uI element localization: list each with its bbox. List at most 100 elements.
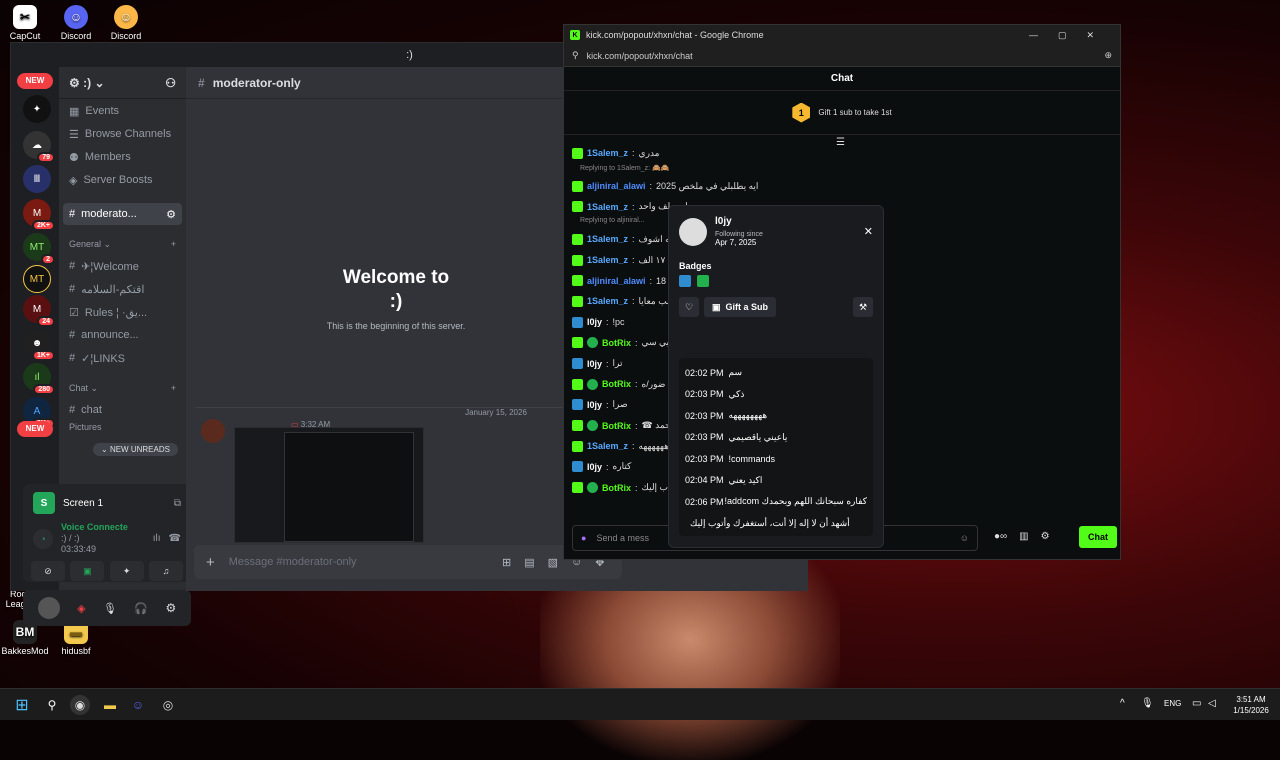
guild-icon[interactable]: M 24 (23, 295, 55, 327)
chat-message[interactable]: 1Salem_z: مدري (572, 143, 1112, 164)
screen-share-button[interactable]: ▣ (70, 561, 105, 581)
history-text: ههههههههه (728, 410, 768, 421)
guild-icon[interactable]: ıl 280 (23, 363, 55, 395)
microphone-tray-icon[interactable]: 🎙 (1141, 698, 1154, 709)
category-general[interactable]: General ⌄ + (59, 234, 186, 254)
channel-item[interactable]: # announce... (63, 324, 182, 346)
channel-item[interactable]: # ✓¦LINKS (63, 347, 182, 369)
chat-username[interactable]: 1Salem_z (587, 441, 628, 451)
guild-icon[interactable]: ✦ (23, 95, 51, 123)
channel-item[interactable]: ☑ Rules ¦ ·يق... (63, 301, 182, 323)
voice-status[interactable]: Voice Connecte (61, 522, 128, 533)
discord-taskbar-icon[interactable]: ☺ (128, 695, 148, 715)
settings-icon[interactable]: ⚙ (1041, 531, 1050, 542)
send-chat-button[interactable]: Chat (1079, 526, 1117, 548)
window-controls[interactable]: —▢✕ (1029, 30, 1114, 41)
zoom-icon[interactable]: ⊕ (1104, 50, 1112, 61)
guild-icon[interactable]: ☻ 1K+ (23, 329, 55, 361)
game-icon[interactable]: ◈ (77, 602, 85, 615)
add-friend-icon[interactable]: ⚇ (165, 76, 176, 90)
close-icon[interactable]: ✕ (864, 225, 873, 238)
message-avatar[interactable] (201, 419, 225, 443)
chat-username[interactable]: 1Salem_z (587, 296, 628, 306)
chat-username[interactable]: aljiniral_alawi (587, 276, 646, 286)
soundboard-button[interactable]: ♫ (148, 561, 183, 581)
chat-username[interactable]: BotRix (602, 338, 631, 348)
mod-action-icon[interactable]: ⚒ (853, 297, 873, 317)
windows-start-icon[interactable]: ⊞ (12, 695, 32, 715)
search-icon[interactable]: ⚲ (42, 695, 62, 715)
chat-username[interactable]: 1Salem_z (587, 148, 628, 158)
nav-events[interactable]: ▦ Events (63, 100, 182, 122)
soundboard-icon[interactable]: ılı (153, 533, 161, 544)
guild-icon[interactable]: MT (23, 265, 51, 293)
chat-username[interactable]: aljiniral_alawi (587, 181, 646, 191)
microphone-icon[interactable]: 🎙 (103, 602, 117, 615)
volume-icon[interactable]: ◁ (1208, 698, 1216, 709)
user-settings-icon[interactable]: ⚙ (165, 601, 176, 615)
chat-username[interactable]: 1Salem_z (587, 234, 628, 244)
guild-icon[interactable]: MT 2 (23, 233, 55, 265)
network-icon[interactable]: ▭ (1192, 698, 1201, 709)
add-channel-icon[interactable]: + (171, 383, 176, 393)
guild-icon[interactable]: Ⅲ (23, 165, 51, 193)
headphones-icon[interactable]: 🎧 (134, 602, 148, 615)
follow-heart-button[interactable]: ♡ (679, 297, 699, 317)
tray-chevron-icon[interactable]: ^ (1120, 698, 1125, 709)
nav-members[interactable]: ⚉ Members (63, 146, 182, 168)
nav-browse-channels[interactable]: ☰ Browse Channels (63, 123, 182, 145)
chat-username[interactable]: l0jy (587, 317, 602, 327)
popout-icon[interactable]: ⧉ (174, 498, 181, 509)
gift-icon[interactable]: ⊞ (502, 556, 511, 569)
file-explorer-icon[interactable]: ▬ (100, 695, 120, 715)
nav-server-boosts[interactable]: ◈ Server Boosts (63, 169, 182, 191)
avatar[interactable] (37, 597, 60, 619)
new-pill[interactable]: NEW (17, 421, 53, 437)
chat-username[interactable]: BotRix (602, 379, 631, 389)
settings-icon[interactable]: ⚙ (166, 208, 176, 221)
app-taskbar-icon[interactable]: ◎ (158, 695, 178, 715)
clock[interactable]: 3:51 AM 1/15/2026 (1226, 694, 1276, 716)
reply-context[interactable]: Replying to 1Salem_z: 🙈🙈 (572, 164, 1112, 176)
emoji-icon[interactable]: ☺ (960, 533, 969, 543)
channel-item[interactable]: # chat (63, 399, 182, 421)
site-info-icon[interactable]: ⚲ (572, 50, 579, 61)
chat-username[interactable]: BotRix (602, 483, 631, 493)
store-icon[interactable]: ▥ (1019, 531, 1028, 542)
chat-username[interactable]: BotRix (602, 421, 631, 431)
chat-username[interactable]: l0jy (587, 400, 602, 410)
language-indicator[interactable]: ENG (1164, 699, 1181, 708)
new-unreads-pill[interactable]: ⌄ NEW UNREADS (93, 443, 178, 456)
address-bar[interactable]: ⚲ kick.com/popout/xhxn/chat ⊕ (564, 45, 1120, 67)
guild-icon[interactable]: ☁ 79 (23, 131, 55, 163)
sticker-icon[interactable]: ▧ (548, 556, 558, 569)
chat-username[interactable]: 1Salem_z (587, 202, 628, 212)
signal-icon[interactable]: ◔ (33, 528, 53, 549)
disconnect-icon[interactable]: ☎ (169, 533, 181, 544)
new-pill[interactable]: NEW (17, 73, 53, 89)
guild-icon[interactable]: M 2K+ (23, 199, 55, 231)
microphone-icon[interactable]: ● (581, 533, 586, 543)
channel-item[interactable]: Pictures (63, 422, 182, 432)
pinned-gift-banner[interactable]: 1 Gift 1 sub to take 1st (564, 91, 1120, 135)
channel-item[interactable]: # ✈¦Welcome (63, 255, 182, 277)
chat-username[interactable]: 1Salem_z (587, 255, 628, 265)
category-chat[interactable]: Chat ⌄ + (59, 378, 186, 398)
history-time: 02:03 PM (685, 410, 724, 421)
activities-icon[interactable]: ✦ (109, 561, 144, 581)
chrome-taskbar-icon[interactable]: ◉ (70, 695, 90, 715)
channel-item[interactable]: # اقتكم-السلامه (63, 278, 182, 300)
add-channel-icon[interactable]: + (171, 239, 176, 249)
separator: : (635, 482, 638, 493)
points-icon[interactable]: ●∞ (994, 531, 1007, 542)
chat-message[interactable]: aljiniral_alawi: ايه يطلبلي في ملخص 2025 (572, 176, 1112, 197)
channel-moderator-only[interactable]: # moderato... ⚙ (63, 203, 182, 225)
message-screenshot-attachment[interactable] (234, 427, 424, 543)
gif-icon[interactable]: ▤ (524, 556, 534, 569)
server-header[interactable]: ⚙ :) ⌄ ⚇ (59, 67, 186, 99)
chat-username[interactable]: l0jy (587, 462, 602, 472)
chat-username[interactable]: l0jy (587, 359, 602, 369)
camera-off-icon[interactable]: ⊘ (31, 561, 65, 581)
plus-icon[interactable]: + (206, 554, 215, 571)
gift-sub-button[interactable]: ▣ Gift a Sub (704, 297, 777, 317)
